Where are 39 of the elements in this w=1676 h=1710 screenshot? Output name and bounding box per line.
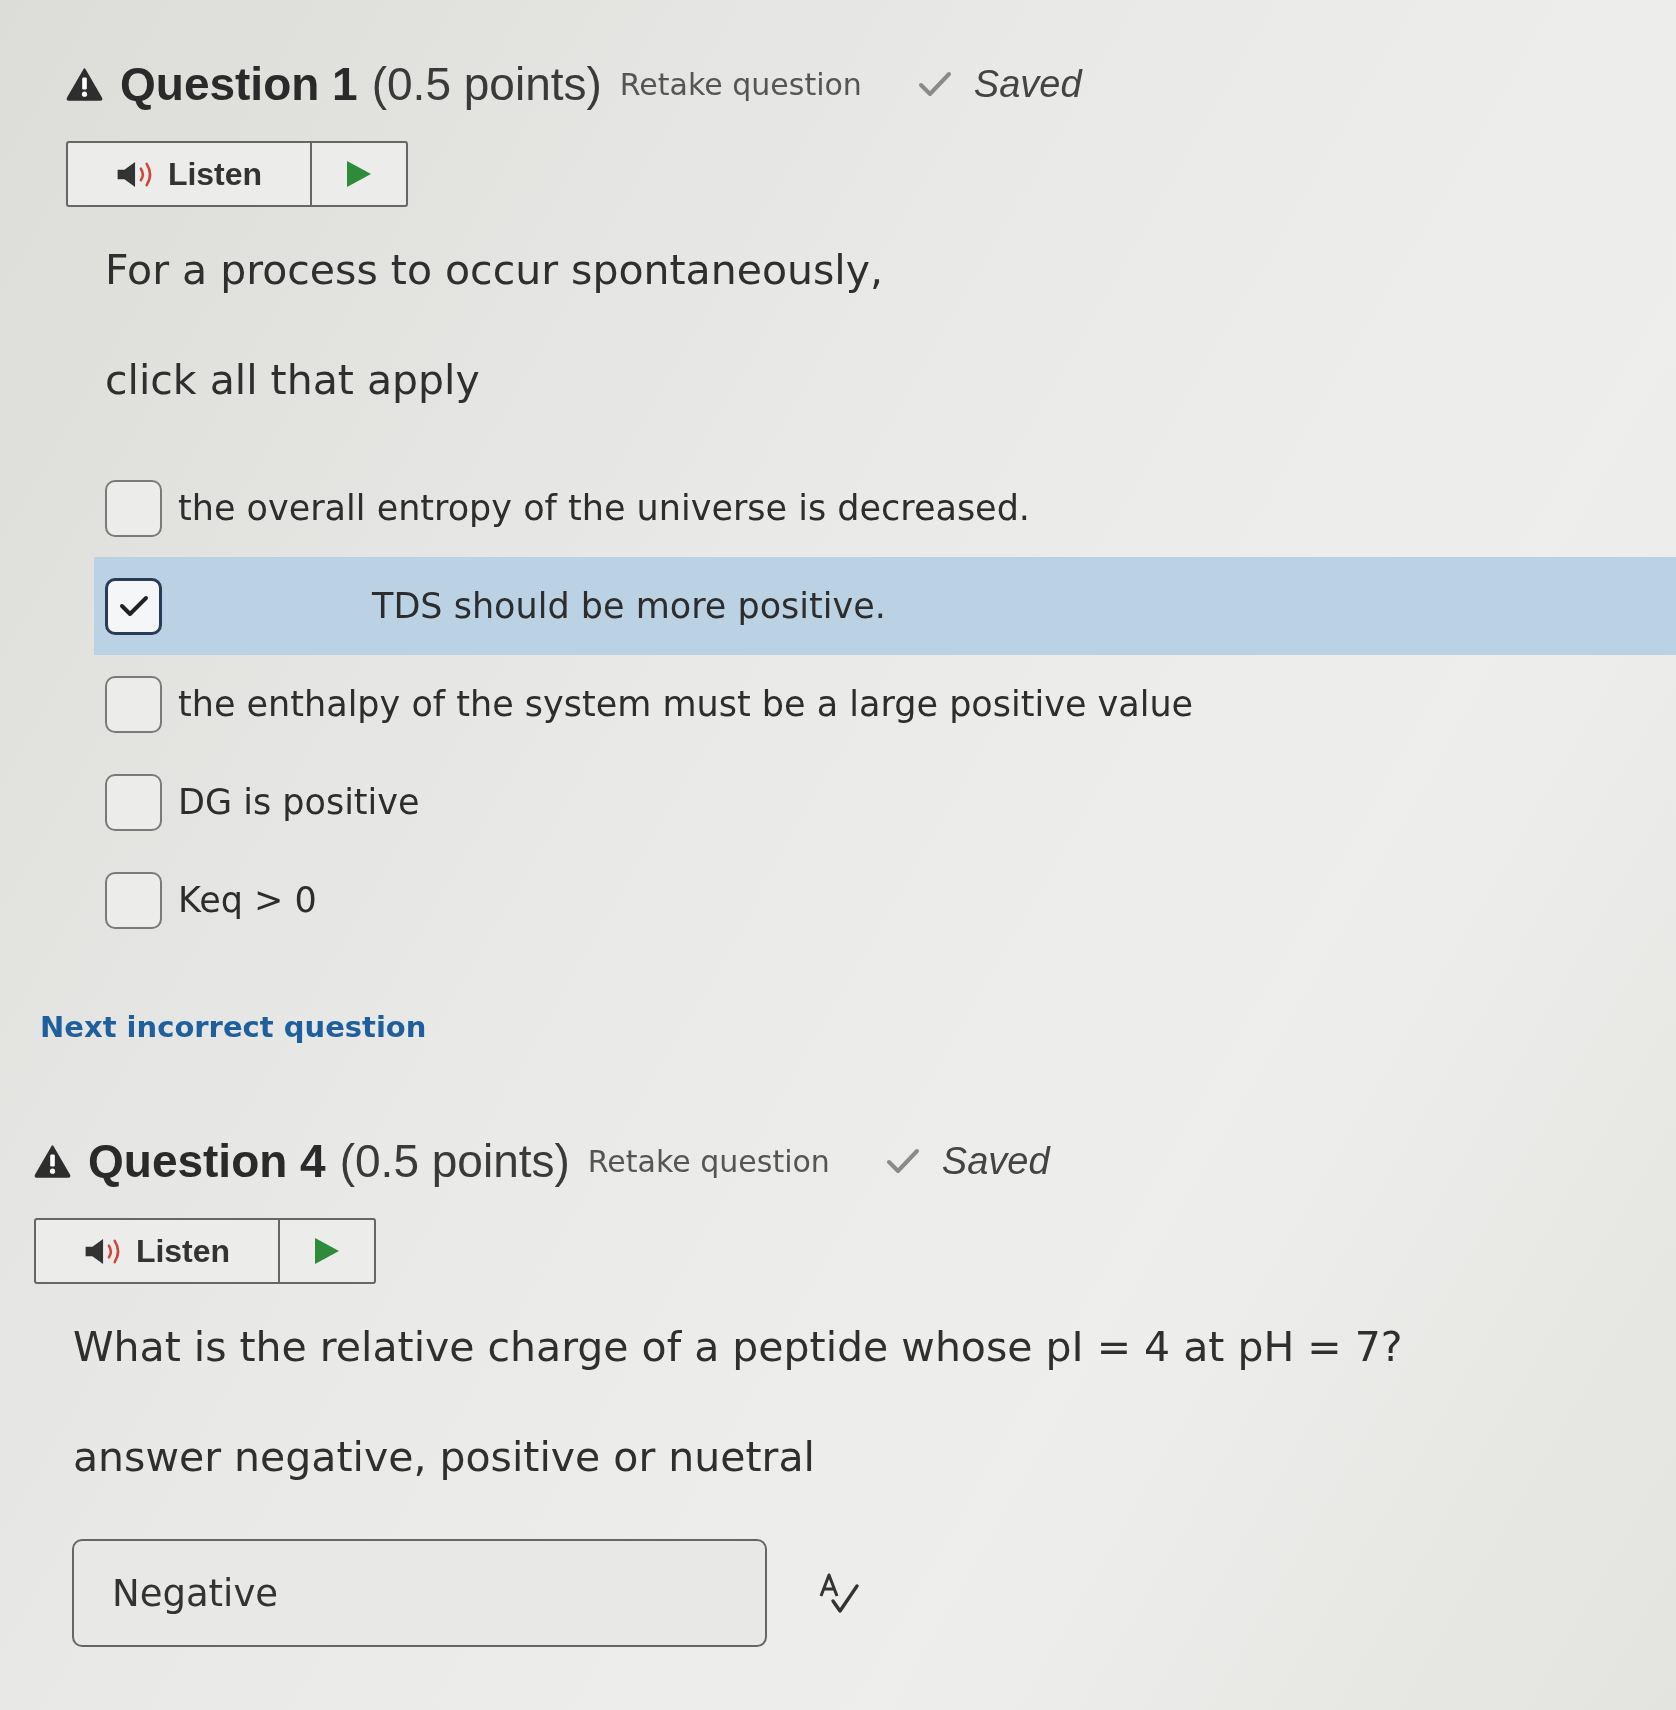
option-label: the overall entropy of the universe is decreased.: [178, 488, 1030, 528]
saved-status: Saved: [941, 1139, 1050, 1183]
retake-question-link[interactable]: Retake question: [619, 66, 862, 102]
answer-option-row[interactable]: TDS should be more positive.: [94, 557, 1676, 655]
checkbox[interactable]: [105, 675, 162, 733]
question-title: Question 1: [120, 57, 358, 111]
answer-option-row[interactable]: the overall entropy of the universe is decreased.: [94, 459, 1676, 557]
question-text: What is the relative charge of a peptide whose pI = 4 at pH = 7?: [73, 1322, 1403, 1372]
warning-icon: [66, 67, 103, 101]
warning-icon: [34, 1144, 71, 1178]
question-text: answer negative, positive or nuetral: [73, 1432, 815, 1482]
listen-button[interactable]: Listen: [36, 1220, 280, 1282]
question-title: Question 4: [88, 1134, 326, 1188]
checkmark-icon: [917, 71, 952, 97]
retake-question-link[interactable]: Retake question: [587, 1143, 830, 1179]
checkbox[interactable]: [105, 773, 162, 831]
spellcheck-icon[interactable]: [817, 1571, 861, 1615]
listen-button[interactable]: Listen: [68, 143, 312, 205]
checkbox[interactable]: [105, 577, 162, 635]
answer-option-row[interactable]: DG is positive: [94, 753, 1676, 851]
saved-status: Saved: [973, 62, 1082, 106]
checkmark-icon: [885, 1148, 920, 1174]
play-icon: [346, 160, 372, 188]
answer-field[interactable]: Negative: [72, 1539, 767, 1647]
answer-option-row[interactable]: Keq > 0: [94, 851, 1676, 949]
option-label: the enthalpy of the system must be a large positive value: [178, 684, 1194, 724]
points-label: (0.5 points): [371, 57, 602, 111]
points-label: (0.5 points): [339, 1134, 570, 1188]
question-text: For a process to occur spontaneously,: [105, 245, 884, 295]
question-text: click all that apply: [105, 355, 480, 405]
checkbox[interactable]: [105, 479, 162, 537]
option-label: TDS should be more positive.: [372, 586, 886, 626]
answer-option-row[interactable]: the enthalpy of the system must be a large positive value: [94, 655, 1676, 753]
option-label: DG is positive: [178, 782, 420, 822]
checkmark-icon: [118, 594, 149, 618]
next-question-link[interactable]: Next incorrect question: [40, 1009, 427, 1045]
option-label: Keq > 0: [178, 880, 317, 920]
play-icon: [314, 1237, 340, 1265]
checkbox[interactable]: [105, 871, 162, 929]
